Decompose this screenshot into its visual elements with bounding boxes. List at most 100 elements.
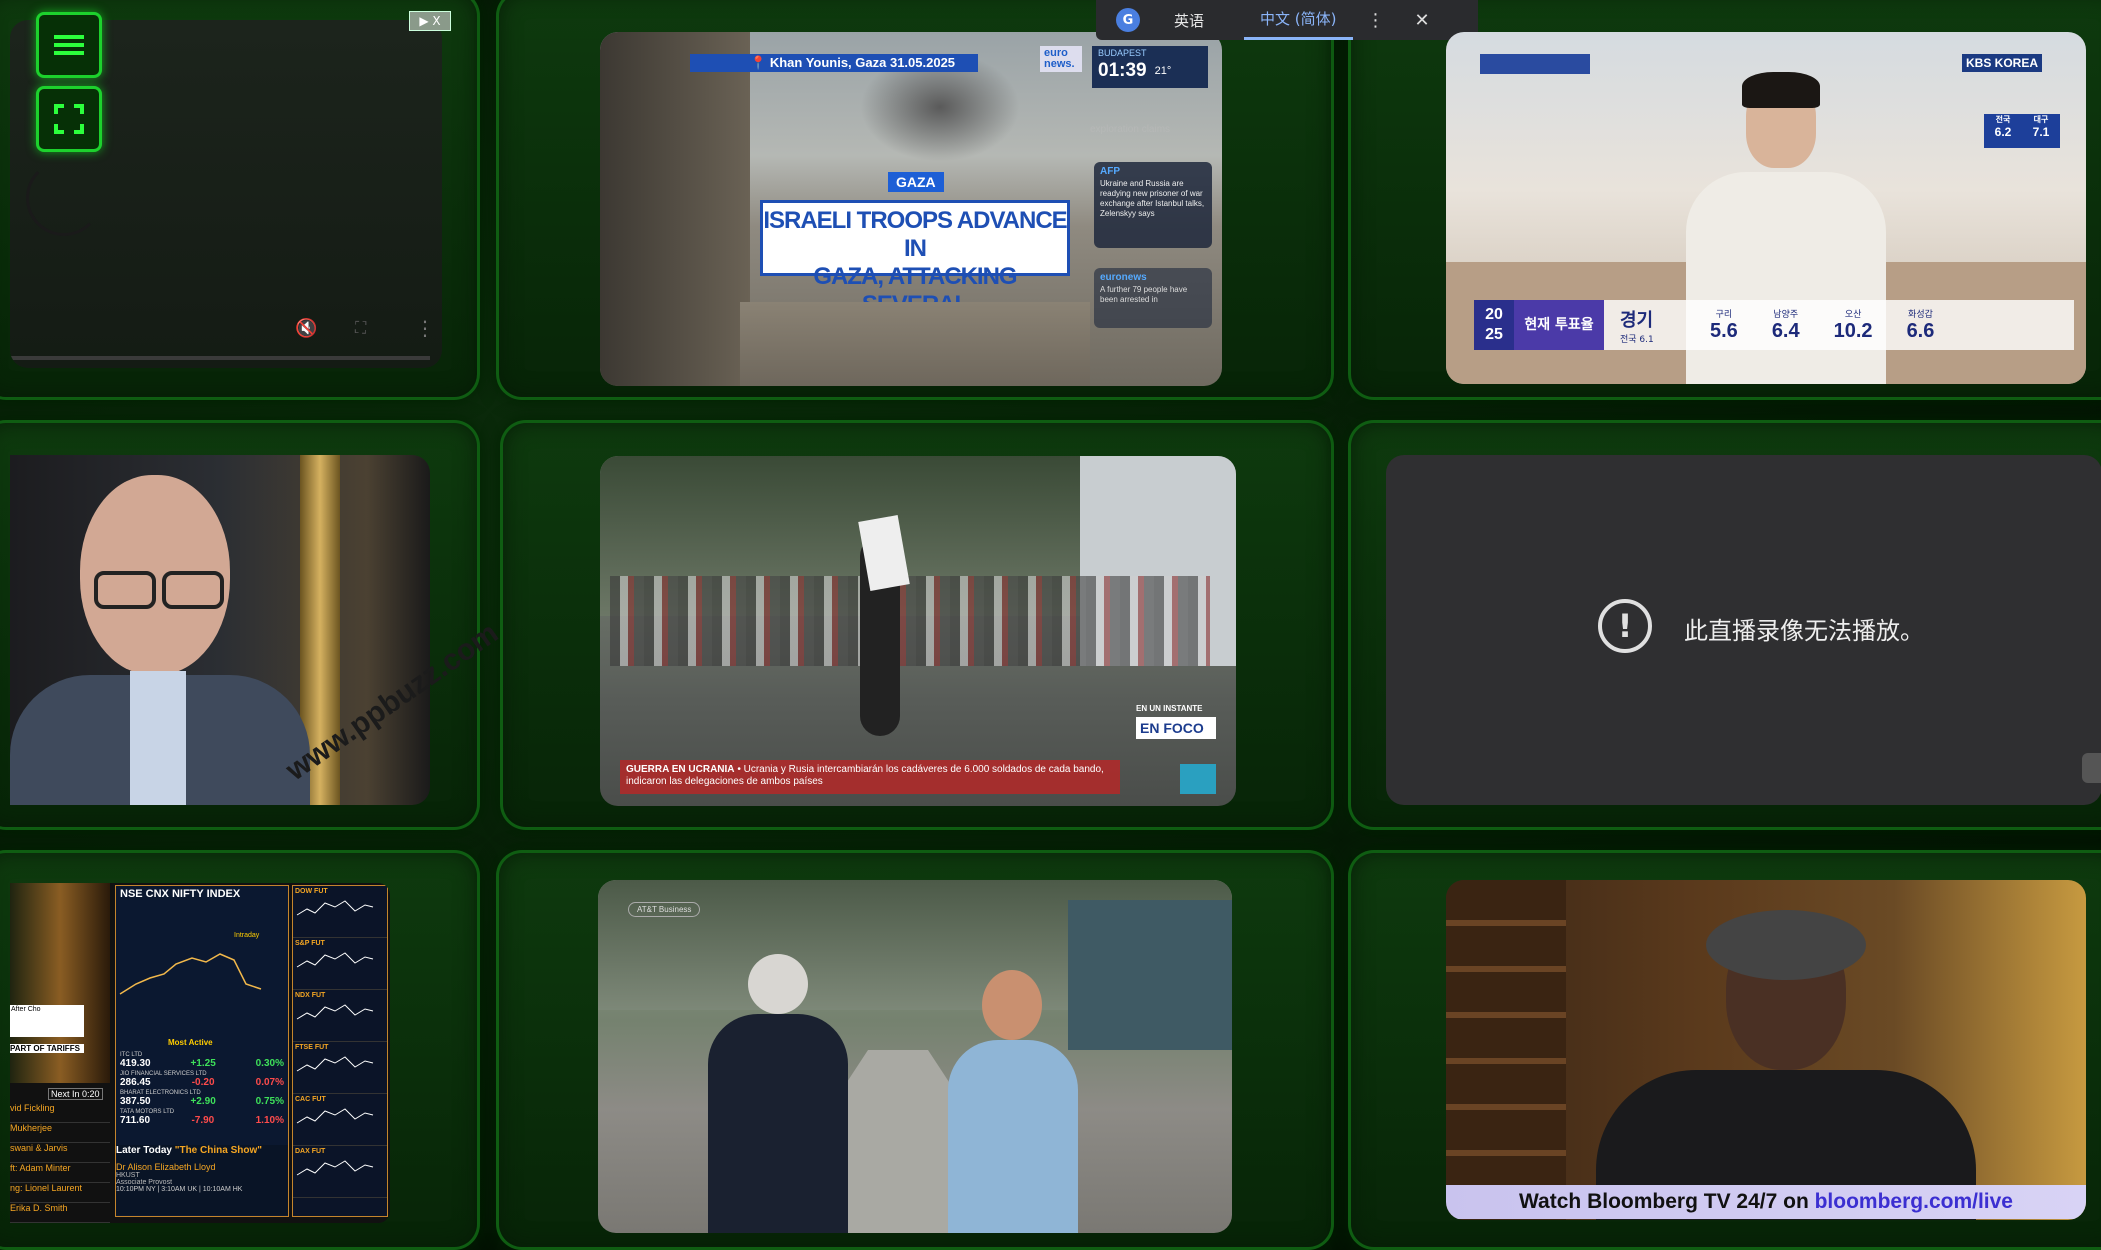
guest-list-item: ng: Lionel Laurent <box>10 1183 110 1203</box>
market-row-price: 711.60 <box>120 1115 151 1126</box>
turnout-stats: 구리 5.6 남양주 6.4 오산 10.2 화성갑 6.6 <box>1710 307 1934 343</box>
topic-tag: GAZA <box>888 172 944 192</box>
later-today-panel: Later Today "The China Show" Dr Alison E… <box>116 1145 288 1215</box>
futures-sparkline <box>296 1056 374 1072</box>
error-message: 此直播录像无法播放。 <box>1684 617 1924 645</box>
futures-label: CAC FUT <box>295 1096 326 1103</box>
location-bar: 📍 Khan Younis, Gaza 31.05.2025 <box>690 54 978 72</box>
building-silhouette <box>600 32 750 386</box>
france24-logo <box>1180 764 1216 794</box>
side-card-1: AFP Ukraine and Russia are readying new … <box>1094 162 1212 248</box>
guest-list-item: swani & Jarvis <box>10 1143 110 1163</box>
video-euronews-gaza[interactable]: 📍 Khan Younis, Gaza 31.05.2025 euro news… <box>600 32 1222 386</box>
progress-bar[interactable] <box>10 356 430 360</box>
market-row-percent: 1.10% <box>255 1115 284 1126</box>
region-sub: 전국 6.1 <box>1620 334 1654 345</box>
futures-item: CAC FUT <box>293 1094 387 1146</box>
stat-value: 5.6 <box>1710 320 1738 342</box>
person-left <box>708 954 848 1233</box>
video-error-panel[interactable]: ! 此直播录像无法播放。 <box>1386 455 2101 805</box>
market-row-price: 419.30 <box>120 1058 151 1069</box>
clock-box: BUDAPEST 01:39 21° <box>1092 46 1208 88</box>
banner-link[interactable]: bloomberg.com/live <box>1815 1190 2013 1213</box>
futures-label: S&P FUT <box>295 940 325 947</box>
stat-value: 10.2 <box>1833 320 1873 342</box>
market-row-percent: 0.07% <box>255 1077 284 1088</box>
ticker-topic: GUERRA EN UCRANIA <box>626 764 735 775</box>
side-handle[interactable] <box>2082 753 2101 783</box>
news-ticker: GUERRA EN UCRANIA • Ucrania y Rusia inte… <box>620 760 1120 794</box>
guest-title: Associate Provost <box>116 1179 173 1186</box>
market-row: BHARAT ELECTRONICS LTD 387.50 +2.90 0.75% <box>120 1090 284 1107</box>
futures-label: FTSE FUT <box>295 1044 329 1051</box>
sponsor-badge: AT&T Business <box>628 902 701 917</box>
corner-value: 6.2 <box>1994 125 2012 139</box>
turnout-stat: 남양주 6.4 <box>1772 307 1800 343</box>
market-row: JIO FINANCIAL SERVICES LTD 286.45 -0.20 0.0… <box>120 1071 284 1088</box>
fullscreen-icon <box>54 104 84 134</box>
headline-line-1: ISRAELI TROOPS ADVANCE IN <box>763 207 1067 262</box>
video-studio-speaker[interactable] <box>10 455 430 805</box>
house-right <box>1068 900 1232 1050</box>
market-row: TATA MOTORS LTD 711.60 -7.90 1.10% <box>120 1109 284 1126</box>
lang-source-tab[interactable]: 英语 <box>1174 10 1204 31</box>
side-card-2: euronews A further 79 people have been a… <box>1094 268 1212 328</box>
thumb-panel <box>10 883 110 1083</box>
speaker <box>10 475 310 805</box>
rubble <box>740 302 1090 386</box>
google-translate-icon[interactable]: G <box>1116 8 1140 32</box>
side-panel-top: exploration claims <box>1090 124 1171 135</box>
watch-banner: Watch Bloomberg TV 24/7 on bloomberg.com… <box>1446 1185 2086 1219</box>
stat-value: 6.4 <box>1771 320 1800 342</box>
fullscreen-small-icon[interactable]: ⛶ <box>355 318 366 338</box>
lang-target-tab[interactable]: 中文 (简体) <box>1244 0 1353 40</box>
video-bloomberg-speaker[interactable]: Watch Bloomberg TV 24/7 on bloomberg.com… <box>1446 880 2086 1220</box>
bookshelf <box>1446 880 1566 1220</box>
video-bloomberg-markets[interactable]: After Cho PART OF TARIFFS NSE CNX NIFTY … <box>10 883 390 1223</box>
guest-names-list: vid Fickling Mukherjee swani & Jarvis ft: A… <box>10 1103 110 1223</box>
crowd <box>610 576 1210 666</box>
turnout-stat: 화성갑 6.6 <box>1907 307 1935 343</box>
kbs-logo: KBS KOREA <box>1962 54 2043 72</box>
mini-window-controls[interactable]: ▶ X <box>409 11 451 31</box>
most-active-list: ITC LTD 419.30 +1.25 0.30% JIO FINANCIAL SER… <box>120 1052 284 1128</box>
futures-sparkline <box>296 1160 374 1176</box>
hamburger-icon <box>54 35 84 55</box>
market-row-change: -0.20 <box>191 1077 215 1088</box>
year-badge: 20 25 <box>1474 300 1514 350</box>
market-row-price: 387.50 <box>120 1096 151 1107</box>
side-card-text: Ukraine and Russia are readying new pris… <box>1100 179 1205 218</box>
euronews-logo: euro news. <box>1040 46 1082 72</box>
futures-item: S&P FUT <box>293 938 387 990</box>
market-row: ITC LTD 419.30 +1.25 0.30% <box>120 1052 284 1069</box>
stat-name: 오산 <box>1844 310 1862 320</box>
futures-sparkline <box>296 952 374 968</box>
market-row-change: -7.90 <box>191 1115 215 1126</box>
video-suburb-interview[interactable]: AT&T Business <box>598 880 1232 1233</box>
guest-list-item: Erika D. Smith <box>10 1203 110 1223</box>
video-france24-protest[interactable]: EN UN INSTANTE EN FOCO GUERRA EN UCRANIA… <box>600 456 1236 806</box>
mute-icon[interactable]: 🔇 <box>295 318 317 339</box>
turnout-bar: 20 25 현재 투표율 경기 전국 6.1 구리 5.6 남양주 6.4 오산 10.2 화… <box>1474 300 2074 350</box>
show-name: "The China Show" <box>174 1145 262 1156</box>
futures-label: NDX FUT <box>295 992 326 999</box>
more-options-icon[interactable]: ⋮ <box>415 316 435 340</box>
video-kbs-korea[interactable]: KBS KOREA 전국 6.2 대구 7.1 20 25 현재 투표율 경기 전국 … <box>1446 32 2086 384</box>
top-left-badge <box>1480 54 1590 74</box>
temperature: 21° <box>1154 65 1172 77</box>
headline-box: ISRAELI TROOPS ADVANCE IN GAZA, ATTACKIN… <box>760 200 1070 318</box>
fullscreen-button[interactable] <box>36 86 102 152</box>
futures-item: NDX FUT <box>293 990 387 1042</box>
brand-box: EN UN INSTANTE EN FOCO <box>1136 704 1216 739</box>
guest-list-item: vid Fickling <box>10 1103 110 1123</box>
region-name: 경기 <box>1620 309 1654 331</box>
index-chart <box>119 953 262 995</box>
corner-stats: 전국 6.2 대구 7.1 <box>1984 114 2060 148</box>
guest-name: Dr Alison Elizabeth Lloyd <box>116 1162 216 1172</box>
loading-spinner <box>26 160 102 236</box>
alert-circle-icon: ! <box>1598 599 1652 653</box>
menu-button[interactable] <box>36 12 102 78</box>
speaker-body <box>1596 910 1976 1220</box>
close-icon[interactable]: ✕ <box>1415 10 1430 31</box>
more-vertical-icon[interactable]: ⋮ <box>1367 10 1385 31</box>
